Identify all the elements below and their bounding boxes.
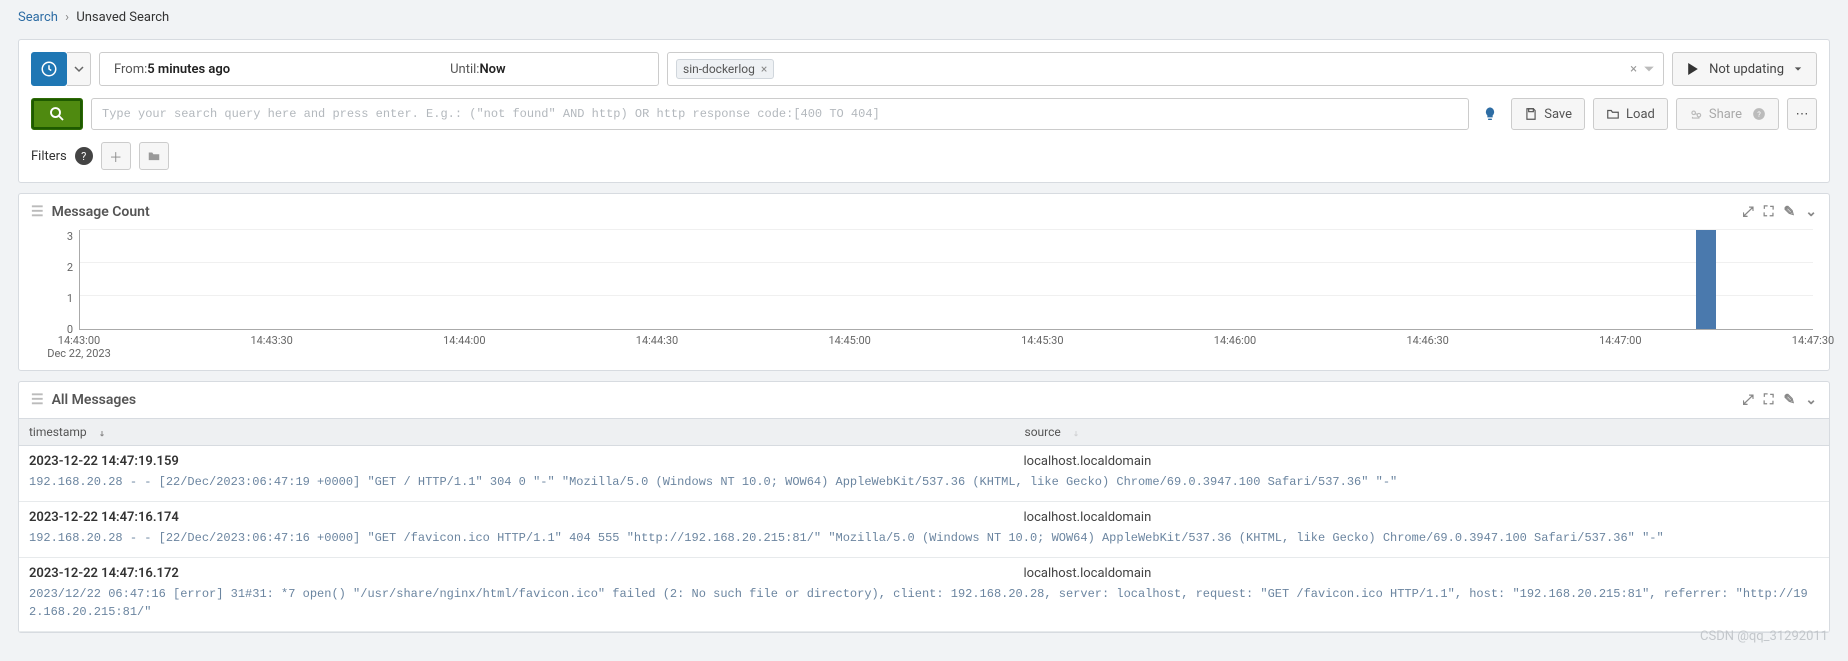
row-timestamp: 2023-12-22 14:47:19.159: [29, 454, 179, 469]
save-button[interactable]: Save: [1511, 98, 1585, 130]
breadcrumb-sep: ›: [65, 10, 69, 25]
watermark: CSDN @qq_31292011: [1700, 629, 1828, 644]
row-message: 192.168.20.28 - - [22/Dec/2023:06:47:19 …: [29, 469, 1819, 491]
fullscreen-icon[interactable]: ⛶: [1764, 392, 1774, 408]
x-tick: 14:44:30: [636, 334, 678, 347]
breadcrumb-root[interactable]: Search: [18, 10, 58, 25]
share-icon: [1689, 107, 1703, 121]
row-timestamp: 2023-12-22 14:47:16.174: [29, 510, 179, 525]
row-timestamp: 2023-12-22 14:47:16.172: [29, 566, 179, 581]
folder-icon: [1606, 107, 1620, 121]
breadcrumb: Search › Unsaved Search: [18, 0, 1830, 39]
sort-icon: [1067, 426, 1079, 438]
panel-title-count: Message Count: [52, 204, 150, 220]
y-tick: 1: [45, 292, 73, 305]
search-icon: [48, 105, 66, 123]
close-icon[interactable]: ×: [761, 62, 767, 76]
chevron-down-icon[interactable]: [1643, 63, 1655, 75]
until-value: Now: [479, 62, 505, 77]
play-icon: [1687, 63, 1699, 75]
clear-streams-icon[interactable]: ×: [1630, 62, 1637, 77]
search-input[interactable]: [91, 98, 1469, 130]
save-icon: [1524, 107, 1538, 121]
y-tick: 2: [45, 261, 73, 274]
sort-icon: [93, 426, 105, 438]
load-button[interactable]: Load: [1593, 98, 1668, 130]
x-tick: 14:47:00: [1599, 334, 1641, 347]
until-label: Until:: [450, 62, 479, 77]
breadcrumb-current: Unsaved Search: [76, 10, 169, 25]
row-source: localhost.localdomain: [1014, 454, 1820, 469]
column-source[interactable]: source: [1015, 419, 1830, 445]
add-filter-button[interactable]: ＋: [101, 142, 131, 170]
x-tick: 14:46:00: [1214, 334, 1256, 347]
panel-title-messages: All Messages: [52, 392, 137, 408]
time-mode-caret[interactable]: [67, 52, 91, 86]
focus-icon[interactable]: ⤢: [1743, 392, 1754, 408]
plus-icon: ＋: [109, 147, 122, 166]
fullscreen-icon[interactable]: ⛶: [1764, 204, 1774, 220]
save-label: Save: [1544, 107, 1572, 122]
filters-label: Filters: [31, 149, 67, 164]
table-row[interactable]: 2023-12-22 14:47:19.159 localhost.localdo…: [19, 446, 1829, 502]
column-source-label: source: [1025, 425, 1061, 439]
clock-icon: [32, 53, 66, 85]
x-tick: 14:45:00: [828, 334, 870, 347]
row-message: 2023/12/22 06:47:16 [error] 31#31: *7 op…: [29, 581, 1819, 621]
filters-help-icon[interactable]: ?: [75, 147, 93, 165]
load-label: Load: [1626, 107, 1655, 122]
row-source: localhost.localdomain: [1014, 510, 1820, 525]
share-button[interactable]: Share ?: [1676, 98, 1779, 130]
focus-icon[interactable]: ⤢: [1743, 204, 1754, 220]
message-count-chart[interactable]: 3210 14:43:00Dec 22, 202314:43:3014:44:0…: [19, 230, 1829, 370]
chevron-down-icon[interactable]: ⌄: [1805, 204, 1817, 220]
more-icon: ⋯: [1796, 107, 1809, 122]
table-row[interactable]: 2023-12-22 14:47:16.174 localhost.localdo…: [19, 502, 1829, 558]
row-source: localhost.localdomain: [1014, 566, 1820, 581]
svg-text:?: ?: [1757, 110, 1761, 119]
time-range-display[interactable]: From: 5 minutes ago Until: Now: [99, 52, 659, 86]
help-icon: ?: [1752, 107, 1766, 121]
column-timestamp[interactable]: timestamp: [19, 419, 1015, 445]
load-filter-button[interactable]: [139, 142, 169, 170]
table-row[interactable]: 2023-12-22 14:47:16.172 localhost.localdo…: [19, 558, 1829, 632]
stream-chip[interactable]: sin-dockerlog ×: [676, 59, 774, 79]
drag-icon[interactable]: ☰: [31, 204, 44, 220]
updating-label: Not updating: [1709, 62, 1784, 77]
chart-bar[interactable]: [1696, 230, 1716, 329]
chevron-down-icon[interactable]: ⌄: [1805, 392, 1817, 408]
column-timestamp-label: timestamp: [29, 425, 87, 439]
y-tick: 3: [45, 230, 73, 243]
x-tick: 14:47:30: [1792, 334, 1834, 347]
from-value: 5 minutes ago: [147, 62, 230, 77]
from-label: From:: [114, 62, 147, 77]
more-button[interactable]: ⋯: [1787, 98, 1817, 130]
row-message: 192.168.20.28 - - [22/Dec/2023:06:47:16 …: [29, 525, 1819, 547]
x-tick: 14:44:00: [443, 334, 485, 347]
x-tick: 14:43:30: [250, 334, 292, 347]
search-button[interactable]: [31, 98, 83, 130]
drag-icon[interactable]: ☰: [31, 392, 44, 408]
stream-selector[interactable]: sin-dockerlog × ×: [667, 52, 1664, 86]
edit-icon[interactable]: ✎: [1784, 392, 1796, 408]
bulb-icon[interactable]: [1477, 106, 1503, 122]
x-tick: 14:45:30: [1021, 334, 1063, 347]
x-tick: 14:46:30: [1406, 334, 1448, 347]
caret-down-icon: [1794, 65, 1802, 73]
x-tick: 14:43:00Dec 22, 2023: [47, 334, 111, 360]
folder-icon: [147, 149, 161, 163]
share-label: Share: [1709, 107, 1742, 122]
time-mode-button[interactable]: [31, 52, 67, 86]
updating-toggle[interactable]: Not updating: [1672, 52, 1817, 86]
stream-chip-label: sin-dockerlog: [683, 62, 755, 76]
edit-icon[interactable]: ✎: [1784, 204, 1796, 220]
